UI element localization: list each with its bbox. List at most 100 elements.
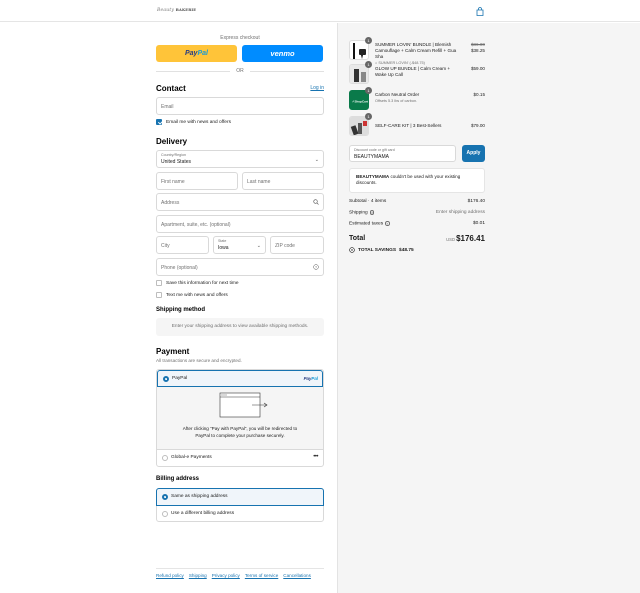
item-name: GLOW UP BUNDLE | Calm Cream + Wake Up Ca… (375, 66, 459, 78)
item-title: GLOW UP BUNDLE | Calm Cream + Wake Up Ca… (375, 66, 451, 77)
line-item: ✓ShopCart 1 Carbon Neutral Order Offsets… (349, 87, 486, 110)
state-label: State (218, 239, 227, 243)
browser-redirect-icon (219, 392, 268, 418)
help-icon[interactable]: ? (313, 264, 319, 270)
zip-placeholder: ZIP code (275, 243, 295, 249)
item-sale-price: $0.15 (473, 92, 486, 97)
taxes-row: Estimated taxes? $0.01 (349, 221, 485, 228)
subtotal-row: Subtotal · 4 items $176.40 (349, 199, 485, 206)
item-price: $86.00 $38.25 (471, 42, 485, 54)
email-news-option[interactable]: Email me with news and offers (156, 119, 231, 125)
country-select[interactable]: Country/Region United States ⌄ (156, 150, 324, 168)
state-select[interactable]: State Iowa ⌄ (213, 236, 266, 254)
phone-placeholder: Phone (optional) (161, 265, 198, 271)
venmo-express-button[interactable]: venmo (242, 45, 323, 62)
quantity-badge: 1 (365, 61, 372, 68)
apartment-field[interactable]: Apartment, suite, etc. (optional) (156, 215, 324, 233)
svg-text:?: ? (315, 265, 317, 269)
login-link[interactable]: Log in (310, 85, 324, 91)
item-price: $79.00 (471, 123, 485, 129)
last-name-field[interactable]: Last name (242, 172, 324, 190)
footer-divider (156, 568, 324, 569)
paypal-express-button[interactable]: Pay Pal (156, 45, 237, 62)
shopping-bag-icon[interactable] (476, 7, 484, 16)
privacy-policy-link[interactable]: Privacy policy (212, 573, 240, 578)
item-title: SELF-CARE KIT | 3 Best-Sellers (375, 123, 442, 128)
phone-field[interactable]: Phone (optional) ? (156, 258, 324, 276)
total-savings: TOTAL SAVINGS $48.75 (349, 247, 414, 253)
paypal-logo-pay: Pay (185, 50, 198, 57)
discount-error-code: BEAUTYMAMA (356, 174, 390, 179)
paypal-logo-pal: Pal (197, 50, 208, 57)
first-name-placeholder: First name (161, 179, 185, 185)
help-icon[interactable]: ? (369, 210, 375, 215)
express-checkout-label: Express checkout (220, 35, 260, 41)
shipping-link[interactable]: Shipping (189, 573, 207, 578)
billing-different-radio[interactable] (162, 511, 168, 517)
chevron-down-icon: ⌄ (314, 157, 319, 163)
save-info-label: Save this information for next time (166, 280, 239, 286)
email-news-checkbox[interactable] (156, 119, 162, 125)
item-subtitle: Offsets 5.3 lbs of carbon. (375, 99, 418, 103)
email-news-label: Email me with news and offers (166, 119, 231, 125)
paypal-radio[interactable] (163, 376, 169, 382)
save-info-option[interactable]: Save this information for next time (156, 280, 239, 286)
country-label: Country/Region (161, 153, 186, 157)
address-field[interactable]: Address (156, 193, 324, 211)
line-item: 1 GLOW UP BUNDLE | Calm Cream + Wake Up … (349, 61, 485, 84)
total-label: Total (349, 235, 366, 242)
email-field[interactable]: Email (156, 97, 324, 115)
help-icon[interactable]: ? (385, 221, 390, 226)
billing-different-label: Use a different billing address (171, 511, 235, 516)
delivery-heading: Delivery (156, 137, 188, 146)
taxes-label-wrap: Estimated taxes? (349, 221, 390, 227)
billing-options: Same as shipping address Use a different… (156, 488, 324, 522)
billing-same-option[interactable]: Same as shipping address (156, 488, 324, 506)
store-logo[interactable]: Beauty BAKERIE (157, 8, 196, 13)
item-sale-price: $59.00 (470, 66, 485, 71)
savings-tag-icon (349, 247, 355, 253)
terms-link[interactable]: Terms of service (245, 573, 278, 578)
more-options-icon: ••• (313, 454, 318, 460)
text-news-label: Text me with news and offers (166, 292, 228, 298)
item-name: SUMMER LOVIN' BUNDLE | Blemish Camouflag… (375, 42, 459, 66)
discount-label: Discount code or gift card (354, 148, 395, 152)
refund-policy-link[interactable]: Refund policy (156, 573, 184, 578)
apartment-placeholder: Apartment, suite, etc. (optional) (161, 222, 231, 228)
discount-error: BEAUTYMAMA couldn't be used with your ex… (349, 168, 485, 193)
first-name-field[interactable]: First name (156, 172, 238, 190)
quantity-badge: 1 (365, 37, 372, 44)
global-e-radio[interactable] (162, 455, 168, 461)
item-title: SUMMER LOVIN' BUNDLE | Blemish Camouflag… (375, 42, 457, 59)
item-sale-price: $38.25 (470, 48, 485, 53)
shipping-row: Shipping? Enter shipping address (349, 210, 485, 217)
text-news-option[interactable]: Text me with news and offers (156, 292, 228, 298)
zip-field[interactable]: ZIP code (270, 236, 324, 254)
apply-discount-button[interactable]: Apply (462, 145, 485, 162)
currency-code: USD (446, 237, 455, 242)
discount-code-field[interactable]: Discount code or gift card BEAUTYMAMA (349, 145, 456, 162)
save-info-checkbox[interactable] (156, 280, 162, 286)
text-news-checkbox[interactable] (156, 292, 162, 298)
city-field[interactable]: City (156, 236, 209, 254)
city-placeholder: City (161, 243, 170, 249)
or-label: OR (236, 68, 244, 74)
cancellations-link[interactable]: Cancellations (283, 573, 311, 578)
paypal-logo: PayPal (304, 376, 318, 381)
address-placeholder: Address (161, 200, 180, 206)
shipping-label: Shipping (349, 210, 368, 216)
billing-same-radio[interactable] (162, 494, 168, 500)
quantity-badge: 1 (365, 113, 372, 120)
shipping-method-heading: Shipping method (156, 307, 205, 313)
email-placeholder: Email (161, 104, 174, 110)
or-divider: OR (156, 68, 324, 74)
billing-different-option[interactable]: Use a different billing address (157, 506, 323, 522)
chevron-down-icon: ⌄ (256, 243, 261, 249)
payment-option-paypal[interactable]: PayPal PayPal (157, 370, 323, 387)
paypal-logo-pal: Pal (311, 376, 318, 381)
payment-option-global-e[interactable]: Global-e Payments ••• (157, 449, 323, 466)
site-header: Beauty BAKERIE (0, 0, 640, 22)
logo-brand: BAKERIE (175, 8, 197, 12)
state-value: Iowa (218, 245, 229, 251)
line-item: 1 SUMMER LOVIN' BUNDLE | Blemish Camoufl… (349, 37, 485, 65)
